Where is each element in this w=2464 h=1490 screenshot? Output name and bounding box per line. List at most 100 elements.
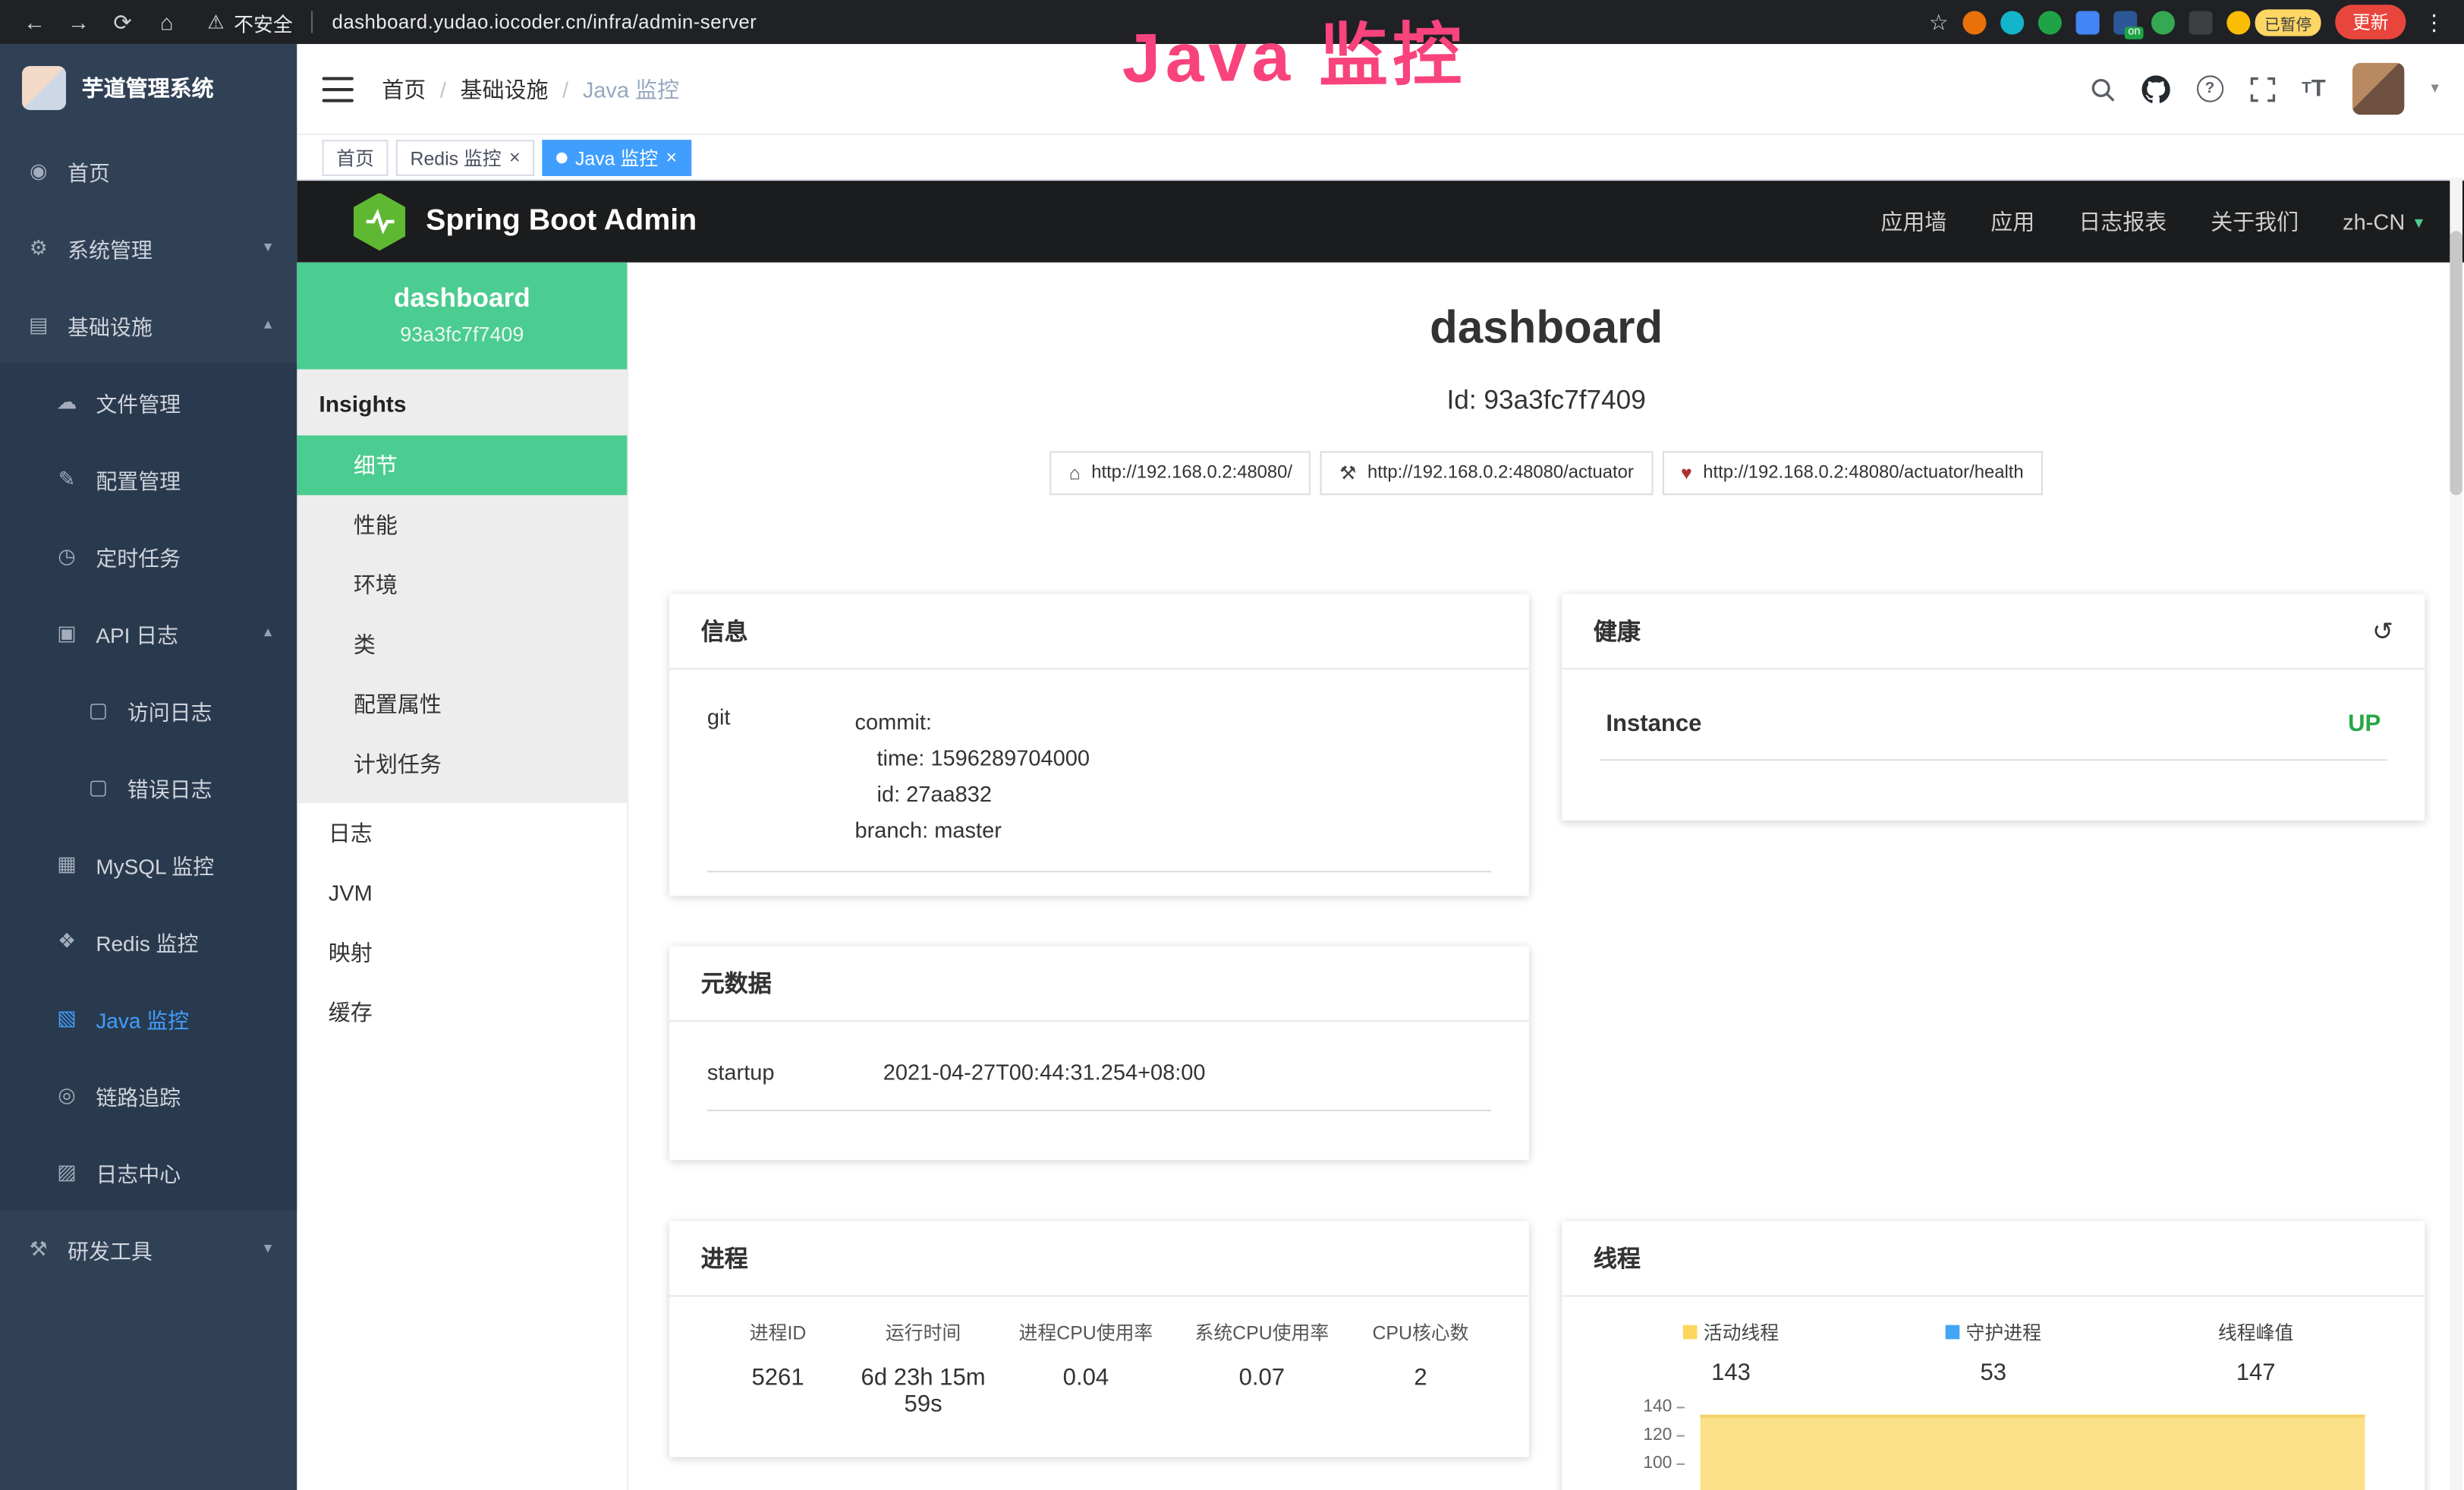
tab-redis-monitor[interactable]: Redis 监控 × [396,139,534,175]
extensions-puzzle-icon[interactable] [2189,10,2213,33]
wrench-icon: ⚒ [1339,463,1356,485]
sba-nav-journal[interactable]: 日志报表 [2079,206,2167,237]
sidebar-item-file-manage[interactable]: ☁ 文件管理 [0,363,297,439]
extension-icon-5[interactable] [2151,10,2175,33]
threads-chart: 140 120 100 [1600,1405,2387,1490]
extension-icon-3[interactable] [2038,10,2062,33]
timer-icon: ◷ [53,543,80,568]
fullscreen-icon[interactable] [2250,76,2275,101]
gear-icon: ⚙ [25,235,52,260]
row-value: commit: time: 1596289704000 id: 27aa832 … [855,704,1090,849]
sidebar-item-label: 系统管理 [68,232,153,263]
sba-nav-applications[interactable]: 应用 [1990,206,2034,237]
threads-legend-values: 143 53 147 [1600,1359,2387,1386]
extension-icon-2[interactable] [2000,10,2024,33]
instance-home-link[interactable]: ⌂ http://192.168.0.2:48080/ [1050,452,1311,496]
font-size-icon[interactable]: TT [2302,75,2326,102]
back-icon[interactable]: ← [16,9,54,34]
paused-badge: 已暂停 [2255,8,2321,35]
tab-home[interactable]: 首页 [323,139,389,175]
sidebar-item-tracing[interactable]: ◎ 链路追踪 [0,1057,297,1133]
sba-item-metrics[interactable]: 性能 [297,495,627,555]
git-commit: commit: [855,704,1090,741]
address-bar[interactable]: dashboard.yudao.iocoder.cn/infra/admin-s… [332,11,757,33]
log-icon: ▣ [53,620,80,645]
locale-select[interactable]: zh-CN ▾ [2343,209,2423,234]
sba-item-caches[interactable]: 缓存 [297,982,627,1042]
sba-item-details[interactable]: 细节 [297,436,627,496]
sidebar-item-system[interactable]: ⚙ 系统管理 ▾ [0,209,297,285]
breadcrumb-home[interactable]: 首页 [382,73,426,104]
sba-item-classes[interactable]: 类 [297,615,627,675]
close-icon[interactable]: × [509,148,521,167]
extension-icon-on[interactable]: on [2113,10,2137,33]
collapse-sidebar-icon[interactable] [323,76,354,101]
sidebar-item-java-monitor[interactable]: ▧ Java 监控 [0,979,297,1056]
chevron-up-icon: ▴ [264,316,272,333]
spring-boot-admin-logo[interactable] [354,193,405,251]
extension-icon-1[interactable] [1962,10,1986,33]
sidebar-item-error-log[interactable]: ▢ 错误日志 [0,748,297,825]
threads-legend: 活动线程 守护进程 线程峰值 [1600,1296,2387,1345]
sidebar-item-label: 配置管理 [96,463,181,494]
daemon-threads-value: 53 [1862,1359,2125,1386]
large-t: T [2311,75,2326,102]
paused-extension[interactable]: 已暂停 [2226,8,2321,35]
git-branch: branch: master [855,813,1090,849]
sidebar-item-mysql-monitor[interactable]: ▦ MySQL 监控 [0,825,297,902]
sba-item-jvm[interactable]: JVM [297,863,627,923]
instance-header[interactable]: dashboard 93a3fc7f7409 [297,263,627,370]
breadcrumb-infra[interactable]: 基础设施 [461,73,549,104]
chrome-update-button[interactable]: 更新 [2335,5,2406,39]
sba-nav-wallboard[interactable]: 应用墙 [1880,206,1946,237]
close-icon[interactable]: × [666,148,677,167]
github-icon[interactable] [2141,74,2170,102]
chevron-down-icon: ▾ [264,1240,272,1258]
card-title: 健康 [1594,615,1641,647]
sba-item-logfile[interactable]: 日志 [297,803,627,863]
cell-cpu-cores: 2 [1350,1346,1491,1443]
help-icon[interactable]: ? [2196,75,2223,102]
scrollbar-track[interactable] [2450,178,2462,1490]
cell-pid: 5261 [707,1346,848,1443]
scrollbar-thumb[interactable] [2450,231,2462,495]
card-title: 信息 [701,615,748,647]
history-icon[interactable]: ↺ [2372,616,2393,647]
sidebar-item-dev-tools[interactable]: ⚒ 研发工具 ▾ [0,1211,297,1287]
sidebar-item-api-log[interactable]: ▣ API 日志 ▴ [0,594,297,671]
search-icon[interactable] [2090,76,2115,101]
health-link[interactable]: ♥ http://192.168.0.2:48080/actuator/heal… [1662,452,2042,496]
home-icon[interactable]: ⌂ [148,9,186,34]
app-logo[interactable]: 芋道管理系统 [0,44,297,132]
security-indicator[interactable]: ⚠ 不安全 [207,7,292,36]
sidebar-item-home[interactable]: ◉ 首页 [0,132,297,209]
info-card-header: 信息 [669,594,1529,669]
sidebar-item-scheduled-jobs[interactable]: ◷ 定时任务 [0,517,297,594]
health-card-header: 健康 ↺ [1562,594,2425,669]
user-avatar[interactable] [2352,63,2404,115]
tab-label: Java 监控 [575,143,658,170]
sidebar-item-infra[interactable]: ▤ 基础设施 ▴ [0,286,297,363]
reload-icon[interactable]: ⟳ [104,8,142,35]
sba-item-environment[interactable]: 环境 [297,555,627,615]
chrome-menu-icon[interactable]: ⋮ [2420,8,2448,35]
health-card: 健康 ↺ Instance UP [1562,594,2425,821]
actuator-link[interactable]: ⚒ http://192.168.0.2:48080/actuator [1320,452,1652,496]
sidebar-item-config-manage[interactable]: ✎ 配置管理 [0,440,297,517]
sba-item-config-props[interactable]: 配置属性 [297,674,627,734]
insights-group-label[interactable]: Insights [297,370,627,436]
sidebar-item-redis-monitor[interactable]: ❖ Redis 监控 [0,903,297,979]
bookmark-star-icon[interactable]: ☆ [1929,8,1949,35]
sba-item-mappings[interactable]: 映射 [297,923,627,983]
extension-icon-4[interactable] [2076,10,2100,33]
tab-java-monitor[interactable]: Java 监控 × [543,139,691,175]
locale-value: zh-CN [2343,209,2405,234]
forward-icon[interactable]: → [60,9,98,34]
infra-submenu: ☁ 文件管理 ✎ 配置管理 ◷ 定时任务 ▣ API 日志 ▴ [0,363,297,1210]
sidebar-item-log-center[interactable]: ▨ 日志中心 [0,1133,297,1210]
sba-nav-about[interactable]: 关于我们 [2211,206,2299,237]
process-card: 进程 进程ID 运行时间 进程CPU使用率 系统CPU使用率 CPU核心数 52… [669,1221,1529,1457]
sidebar-item-access-log[interactable]: ▢ 访问日志 [0,671,297,748]
avatar-caret-icon[interactable]: ▾ [2431,80,2438,98]
sba-item-scheduled-tasks[interactable]: 计划任务 [297,734,627,794]
